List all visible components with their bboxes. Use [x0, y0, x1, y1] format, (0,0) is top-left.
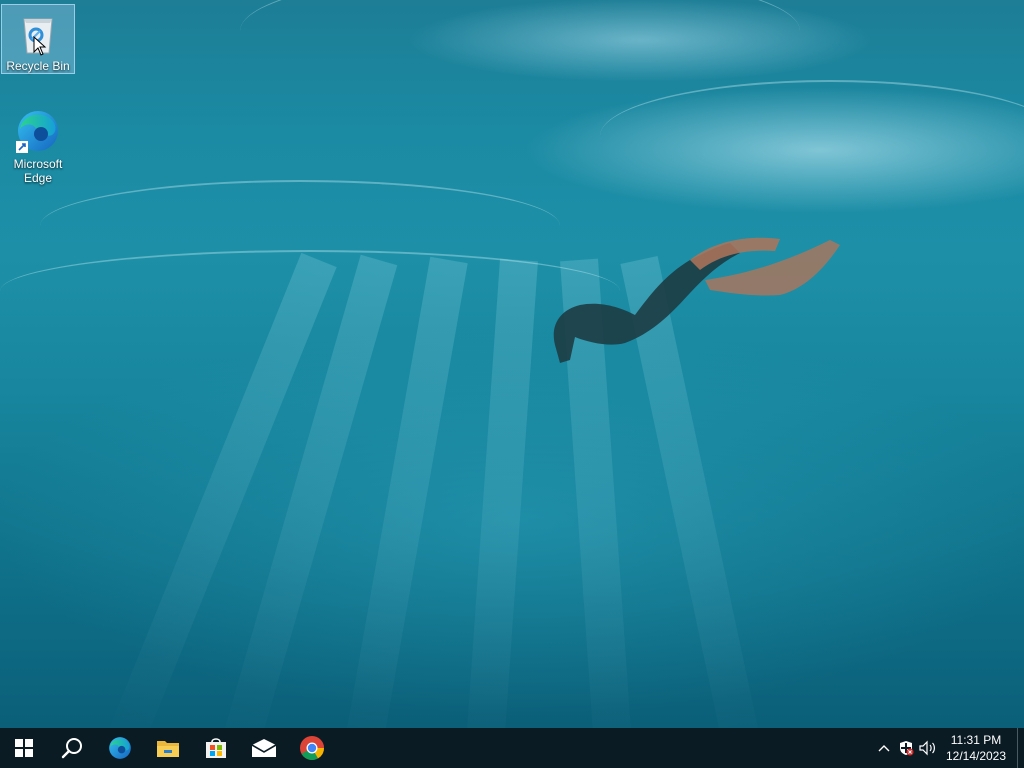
windows-start-icon — [15, 739, 33, 757]
desktop-icon-microsoft-edge[interactable]: Microsoft Edge — [2, 103, 74, 189]
clock-time: 11:31 PM — [950, 733, 1002, 747]
diver-silhouette — [553, 237, 840, 363]
edge-icon — [14, 107, 62, 155]
taskbar-file-explorer-button[interactable] — [144, 728, 192, 768]
volume-button[interactable] — [917, 728, 939, 768]
taskbar-chrome-button[interactable] — [288, 728, 336, 768]
chrome-icon — [300, 736, 324, 761]
start-button[interactable] — [0, 728, 48, 768]
file-explorer-icon — [157, 741, 179, 757]
mail-icon — [251, 739, 277, 757]
wallpaper-wave — [240, 0, 800, 92]
taskbar-store-button[interactable] — [192, 728, 240, 768]
taskbar-edge-button[interactable] — [96, 728, 144, 768]
taskbar-mail-button[interactable] — [240, 728, 288, 768]
chevron-up-icon — [878, 745, 890, 752]
search-icon — [61, 738, 82, 759]
clock-button[interactable]: 11:31 PM 12/14/2023 — [939, 732, 1013, 764]
mouse-cursor-icon — [33, 36, 47, 56]
show-hidden-icons-button[interactable] — [873, 728, 895, 768]
edge-icon — [109, 737, 131, 759]
desktop-icon-label: Microsoft Edge — [13, 157, 63, 185]
security-shield-icon — [900, 741, 914, 756]
search-button[interactable] — [48, 728, 96, 768]
desktop-icon-label: Recycle Bin — [6, 59, 70, 73]
show-desktop-button[interactable] — [1017, 728, 1024, 768]
volume-icon — [919, 740, 935, 756]
wallpaper-wave — [600, 80, 1024, 192]
wallpaper-wave — [0, 250, 620, 332]
clock-date: 12/14/2023 — [945, 749, 1007, 763]
windows-security-button[interactable] — [895, 728, 917, 768]
desktop-wallpaper[interactable]: Recycle Bin Microsoft Edge — [0, 0, 1024, 728]
wallpaper-light-ray — [463, 258, 538, 728]
taskbar: 11:31 PM 12/14/2023 — [0, 728, 1024, 768]
system-tray: 11:31 PM 12/14/2023 — [873, 728, 1024, 768]
microsoft-store-icon — [206, 738, 226, 758]
